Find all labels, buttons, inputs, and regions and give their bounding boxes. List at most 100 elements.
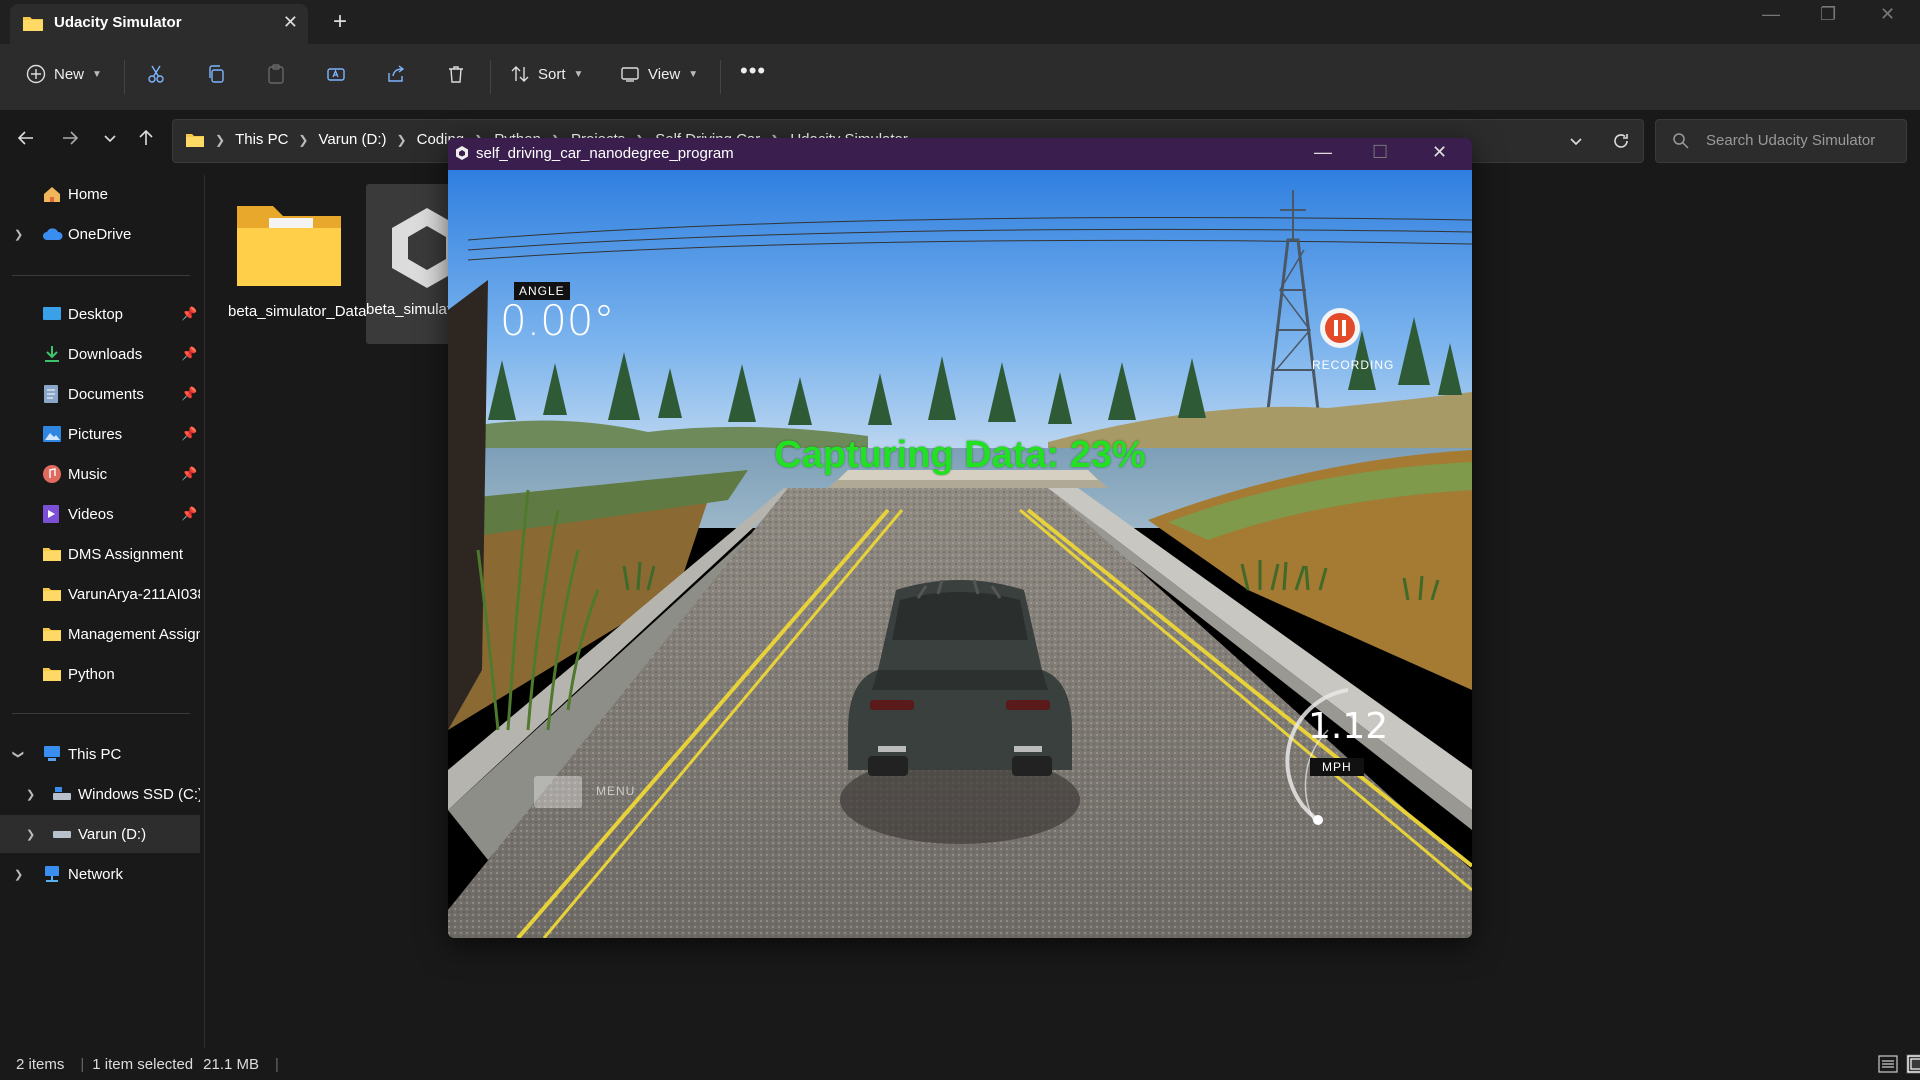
drive-icon: [52, 786, 72, 802]
sidebar-item-downloads[interactable]: Downloads 📌: [0, 335, 200, 373]
chevron-down-icon: [1570, 138, 1582, 146]
new-tab-button[interactable]: +: [333, 8, 347, 36]
rename-button[interactable]: [326, 64, 346, 84]
view-icon: [621, 67, 639, 82]
divider: [490, 60, 491, 94]
chevron-right-icon: ❯: [298, 132, 309, 147]
refresh-button[interactable]: [1611, 131, 1631, 151]
paste-button[interactable]: [266, 64, 286, 84]
tab-title: Udacity Simulator: [54, 14, 182, 31]
sim-close-button[interactable]: ✕: [1432, 142, 1447, 163]
more-options-button[interactable]: •••: [740, 58, 766, 84]
sim-maximize-button[interactable]: ☐: [1372, 142, 1388, 163]
sidebar-item-label: Management Assignment: [68, 625, 200, 643]
menu-button[interactable]: [534, 776, 582, 808]
sidebar-item-home[interactable]: Home: [0, 175, 200, 213]
sidebar-item-management[interactable]: Management Assignment: [0, 615, 200, 653]
delete-button[interactable]: [446, 64, 466, 84]
sidebar-item-desktop[interactable]: Desktop 📌: [0, 295, 200, 333]
new-button[interactable]: New ▼: [26, 64, 102, 84]
network-icon: [42, 864, 62, 884]
sidebar-item-dms-assignment[interactable]: DMS Assignment: [0, 535, 200, 573]
folder-icon: [42, 666, 62, 682]
close-window-button[interactable]: ✕: [1880, 4, 1895, 25]
sidebar-item-this-pc[interactable]: ❯ This PC: [0, 735, 200, 773]
selection-size: 21.1 MB: [203, 1055, 260, 1073]
folder-icon: [42, 586, 62, 602]
sidebar-item-label: Network: [68, 865, 124, 883]
file-name: beta_simulator_Data: [228, 303, 367, 320]
recent-locations-button[interactable]: [100, 128, 120, 148]
address-history-button[interactable]: [1567, 132, 1585, 150]
sidebar-item-label: Windows SSD (C:): [78, 785, 200, 803]
game-viewport[interactable]: ANGLE 0.00° Capturing Data: 23% RECORDIN…: [448, 170, 1472, 938]
search-input[interactable]: Search Udacity Simulator: [1706, 132, 1875, 149]
sidebar-item-windows-ssd[interactable]: ❯ Windows SSD (C:): [0, 775, 200, 813]
plus-circle-icon: [26, 64, 46, 84]
copy-button[interactable]: [206, 64, 226, 84]
sidebar-item-label: Downloads: [68, 345, 143, 363]
search-box[interactable]: Search Udacity Simulator: [1655, 119, 1907, 163]
angle-value: 0.00°: [500, 296, 615, 345]
view-button[interactable]: View ▼: [620, 64, 698, 84]
sidebar-item-pictures[interactable]: Pictures 📌: [0, 415, 200, 453]
computer-icon: [42, 745, 62, 763]
sidebar-item-videos[interactable]: Videos 📌: [0, 495, 200, 533]
sidebar-item-varun-d[interactable]: ❯ Varun (D:): [0, 815, 200, 853]
chevron-right-icon: ❯: [26, 788, 36, 801]
desktop-icon: [42, 305, 62, 323]
picture-icon: [42, 425, 62, 443]
share-button[interactable]: [386, 64, 406, 84]
chevron-right-icon: ❯: [26, 828, 36, 841]
new-label: New: [54, 65, 85, 83]
chevron-down-icon: ▼: [92, 68, 102, 80]
sidebar-item-network[interactable]: ❯ Network: [0, 855, 200, 893]
refresh-icon: [1614, 134, 1628, 148]
sidebar-item-python[interactable]: Python: [0, 655, 200, 693]
sort-label: Sort: [538, 65, 566, 83]
rename-icon: [327, 68, 345, 81]
cut-button[interactable]: [146, 64, 166, 84]
search-icon: [1672, 132, 1690, 150]
sim-minimize-button[interactable]: —: [1314, 142, 1332, 163]
breadcrumb-item[interactable]: This PC: [235, 131, 288, 148]
simulator-window[interactable]: self_driving_car_nanodegree_program — ☐ …: [448, 138, 1472, 938]
sidebar-item-label: VarunArya-211AI038: [68, 585, 200, 603]
sidebar-item-music[interactable]: Music 📌: [0, 455, 200, 493]
sidebar-item-documents[interactable]: Documents 📌: [0, 375, 200, 413]
details-view-button[interactable]: [1878, 1055, 1898, 1073]
sidebar-item-label: Python: [68, 665, 115, 683]
sidebar-item-label: Home: [68, 185, 109, 203]
explorer-tab[interactable]: Udacity Simulator ✕: [10, 4, 308, 44]
sort-icon: [511, 66, 529, 82]
pin-icon: 📌: [181, 346, 198, 361]
sort-button[interactable]: Sort ▼: [510, 64, 583, 84]
sidebar-item-onedrive[interactable]: ❯ OneDrive: [0, 215, 200, 253]
simulator-titlebar[interactable]: self_driving_car_nanodegree_program — ☐ …: [448, 138, 1472, 170]
breadcrumb-item[interactable]: Varun (D:): [318, 131, 386, 148]
pin-icon: 📌: [181, 466, 198, 481]
large-folder-icon: [235, 200, 343, 290]
file-item-folder[interactable]: beta_simulator_Data: [228, 188, 367, 348]
divider: [12, 713, 190, 714]
back-button[interactable]: [16, 128, 36, 148]
folder-icon: [185, 132, 205, 148]
divider: [12, 275, 190, 276]
up-button[interactable]: [136, 128, 156, 148]
restore-button[interactable]: ❐: [1820, 4, 1836, 25]
status-bar: 2 items | 1 item selected 21.1 MB |: [0, 1048, 1920, 1080]
sidebar-item-label: Videos: [68, 505, 114, 523]
copy-icon: [209, 65, 224, 83]
selection-info: 1 item selected: [92, 1055, 194, 1073]
sidebar-item-varunarya[interactable]: VarunArya-211AI038: [0, 575, 200, 613]
forward-button[interactable]: [60, 128, 80, 148]
speed-unit: MPH: [1310, 758, 1364, 776]
pause-recording-button[interactable]: [1320, 308, 1360, 348]
sidebar-item-label: OneDrive: [68, 225, 132, 243]
chevron-down-icon: ❯: [12, 749, 25, 759]
tiles-view-button[interactable]: [1906, 1054, 1920, 1074]
list-view-icon: [1878, 1055, 1898, 1073]
minimize-button[interactable]: —: [1762, 4, 1780, 25]
divider: [720, 60, 721, 94]
close-tab-icon[interactable]: ✕: [283, 12, 298, 33]
